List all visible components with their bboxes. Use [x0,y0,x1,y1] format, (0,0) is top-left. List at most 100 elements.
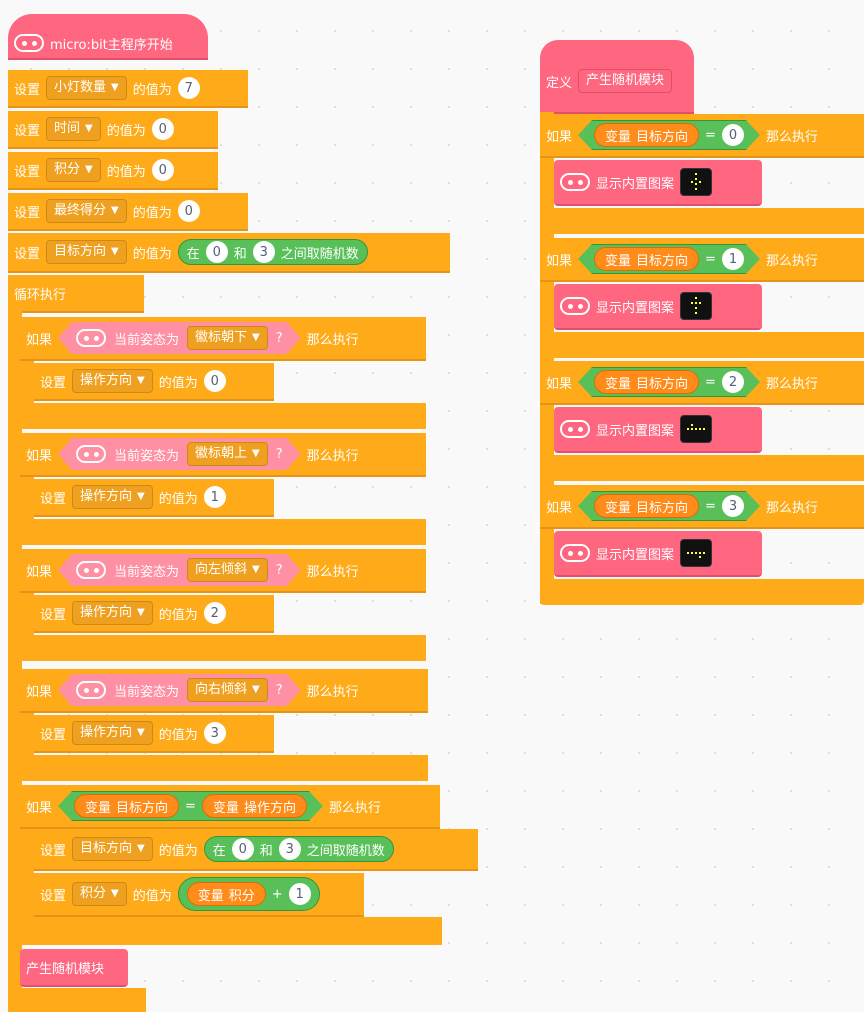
forever-loop-header[interactable]: 循环执行 [8,275,144,313]
gesture-condition[interactable]: 当前姿态为 向左倾斜 ▼ ? [58,554,301,586]
variable-reporter[interactable]: 变量 目标方向 [594,494,699,518]
random-min-input[interactable]: 0 [231,838,254,860]
value-input[interactable]: 0 [177,200,200,222]
if-equals-block[interactable]: 如果 变量 目标方向 = 2 那么执行 [540,361,864,405]
compare-value-input[interactable]: 2 [722,371,744,393]
if-arm [20,829,34,919]
value-input[interactable]: 7 [177,77,200,99]
var-dropdown[interactable]: 操作方向 ▼ [72,721,153,745]
led-pattern-icon[interactable] [680,292,713,320]
variable-reporter[interactable]: 变量 目标方向 [594,247,699,271]
var-dropdown[interactable]: 操作方向 ▼ [72,485,153,509]
value-input[interactable]: 3 [203,722,226,744]
if-arm [20,593,34,635]
set-score-block[interactable]: 设置 积分 ▼ 的值为 变量 积分 + 1 [34,873,364,917]
if-equals-block[interactable]: 如果 变量 目标方向 = 3 那么执行 [540,485,864,529]
show-label: 显示内置图案 [596,176,675,192]
random-operator[interactable]: 在 0 和 3 之间取随机数 [203,836,394,862]
call-random-block[interactable]: 产生随机模块 [20,949,128,987]
dropdown-caret-icon: ▼ [137,607,145,618]
variable-reporter[interactable]: 变量 目标方向 [594,370,699,394]
compare-value-input[interactable]: 1 [722,248,744,270]
var-dropdown[interactable]: 目标方向 ▼ [46,240,127,264]
var-dropdown[interactable]: 目标方向 ▼ [72,837,153,861]
equals-condition[interactable]: 变量 目标方向 = 0 [578,120,760,150]
show-pattern-block[interactable]: 显示内置图案 [554,284,762,330]
set-label: 设置 [40,888,67,904]
value-input[interactable]: 2 [203,602,226,624]
equals-condition[interactable]: 变量 目标方向 = 变量 操作方向 [58,791,323,821]
define-hat[interactable]: 定义 产生随机模块 [540,40,694,114]
variable-reporter[interactable]: 变量 操作方向 [202,794,307,818]
set-var-block[interactable]: 设置 最终得分 ▼ 的值为 0 [8,193,248,231]
var-dropdown[interactable]: 最终得分 ▼ [46,199,127,223]
set-label: 设置 [14,123,41,139]
set-var-block[interactable]: 设置 小灯数量 ▼ 的值为 7 [8,70,248,108]
gesture-condition[interactable]: 当前姿态为 徽标朝上 ▼ ? [58,438,301,470]
gesture-condition[interactable]: 当前姿态为 徽标朝下 ▼ ? [58,322,301,354]
then-label: 那么执行 [765,500,818,516]
if-footer [540,455,864,481]
if-label: 如果 [26,448,53,464]
gesture-dropdown[interactable]: 徽标朝上 ▼ [187,442,268,466]
set-target-random-block[interactable]: 设置 目标方向 ▼ 的值为 在 0 和 3 之间取随机数 [8,233,450,273]
show-label: 显示内置图案 [596,423,675,439]
set-var-block[interactable]: 设置 操作方向 ▼ 的值为 1 [34,479,274,517]
value-input[interactable]: 0 [151,118,174,140]
add-value-input[interactable]: 1 [288,883,311,905]
show-pattern-block[interactable]: 显示内置图案 [554,407,762,453]
value-input[interactable]: 1 [203,486,226,508]
gesture-dropdown[interactable]: 徽标朝下 ▼ [187,326,268,350]
if-equals-block[interactable]: 如果 变量 目标方向 = 1 那么执行 [540,238,864,282]
main-start-hat[interactable]: micro:bit主程序开始 [8,14,208,60]
value-input[interactable]: 0 [203,370,226,392]
call-label: 产生随机模块 [26,961,105,977]
compare-value-input[interactable]: 0 [722,124,744,146]
led-pattern-icon[interactable] [680,415,713,443]
random-min-input[interactable]: 0 [205,241,228,263]
define-name[interactable]: 产生随机模块 [578,69,673,93]
compare-value-input[interactable]: 3 [722,495,744,517]
led-pattern-icon[interactable] [680,539,713,567]
if-equals-block[interactable]: 如果 变量 目标方向 = 0 那么执行 [540,114,864,158]
equals-condition[interactable]: 变量 目标方向 = 2 [578,367,760,397]
random-max-input[interactable]: 3 [252,241,275,263]
value-label: 的值为 [106,164,146,180]
add-operator[interactable]: 变量 积分 + 1 [177,877,320,911]
var-dropdown[interactable]: 时间 ▼ [46,117,101,141]
var-dropdown[interactable]: 操作方向 ▼ [72,601,153,625]
var-dropdown[interactable]: 积分 ▼ [72,882,127,906]
var-dropdown[interactable]: 操作方向 ▼ [72,369,153,393]
random-operator[interactable]: 在 0 和 3 之间取随机数 [177,239,368,265]
var-dropdown[interactable]: 小灯数量 ▼ [46,76,127,100]
if-gesture-block[interactable]: 如果 当前姿态为 向右倾斜 ▼ ? 那么执行 [20,669,428,713]
var-dropdown[interactable]: 积分 ▼ [46,158,101,182]
show-pattern-block[interactable]: 显示内置图案 [554,160,762,206]
set-target-random-block[interactable]: 设置 目标方向 ▼ 的值为 在 0 和 3 之间取随机数 [34,829,478,871]
led-pattern-icon[interactable] [680,168,713,196]
gesture-condition[interactable]: 当前姿态为 向右倾斜 ▼ ? [58,674,301,706]
set-var-block[interactable]: 设置 时间 ▼ 的值为 0 [8,111,218,149]
variable-reporter[interactable]: 变量 目标方向 [594,123,699,147]
equals-condition[interactable]: 变量 目标方向 = 1 [578,244,760,274]
loop-footer[interactable] [8,988,146,1012]
random-max-input[interactable]: 3 [278,838,301,860]
set-var-block[interactable]: 设置 操作方向 ▼ 的值为 2 [34,595,274,633]
set-label: 设置 [40,727,67,743]
equals-condition[interactable]: 变量 目标方向 = 3 [578,491,760,521]
value-input[interactable]: 0 [151,159,174,181]
if-gesture-block[interactable]: 如果 当前姿态为 徽标朝下 ▼ ? 那么执行 [20,317,426,361]
set-var-block[interactable]: 设置 积分 ▼ 的值为 0 [8,152,218,190]
show-pattern-block[interactable]: 显示内置图案 [554,531,762,577]
if-arm [20,361,34,403]
gesture-dropdown[interactable]: 向右倾斜 ▼ [187,678,268,702]
set-var-block[interactable]: 设置 操作方向 ▼ 的值为 0 [34,363,274,401]
if-gesture-block[interactable]: 如果 当前姿态为 徽标朝上 ▼ ? 那么执行 [20,433,426,477]
variable-reporter[interactable]: 变量 目标方向 [74,794,179,818]
gesture-dropdown[interactable]: 向左倾斜 ▼ [187,558,268,582]
if-gesture-block[interactable]: 如果 当前姿态为 向左倾斜 ▼ ? 那么执行 [20,549,426,593]
variable-reporter[interactable]: 变量 积分 [186,882,266,906]
set-var-block[interactable]: 设置 操作方向 ▼ 的值为 3 [34,715,274,753]
if-label: 如果 [546,129,573,145]
if-compare-block[interactable]: 如果 变量 目标方向 = 变量 操作方向 那么执行 [20,785,440,829]
